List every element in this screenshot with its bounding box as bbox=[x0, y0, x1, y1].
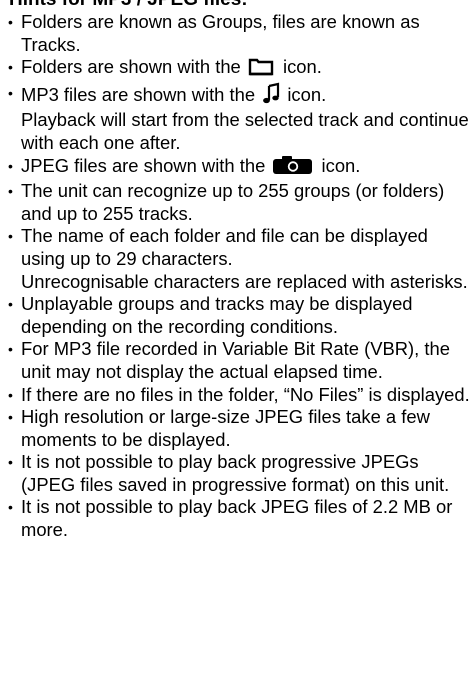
item-text-before: JPEG files are shown with the bbox=[21, 154, 266, 176]
bullet: • bbox=[8, 341, 13, 358]
item-text: If there are no files in the folder, “No… bbox=[21, 383, 470, 405]
bullet: • bbox=[8, 14, 13, 30]
item-text: High resolution or large-size JPEG files… bbox=[21, 406, 430, 450]
list-item: • Unplayable groups and tracks may be di… bbox=[4, 293, 470, 338]
bullet: • bbox=[8, 59, 13, 76]
list-item: • For MP3 file recorded in Variable Bit … bbox=[4, 338, 470, 383]
bullet: • bbox=[8, 157, 13, 174]
item-text-before: MP3 files are shown with the bbox=[21, 83, 256, 105]
item-text: It is not possible to play back JPEG fil… bbox=[21, 496, 453, 541]
list-item: • MP3 files are shown with the icon. Pla… bbox=[4, 82, 470, 155]
list-item: • High resolution or large-size JPEG fil… bbox=[4, 406, 470, 451]
bullet: • bbox=[8, 409, 13, 426]
item-text-extra: Unrecognisable characters are replaced w… bbox=[21, 270, 468, 292]
bullet: • bbox=[8, 454, 13, 471]
item-text: Unplayable groups and tracks may be disp… bbox=[21, 293, 413, 337]
bullet: • bbox=[8, 499, 13, 516]
item-text: For MP3 file recorded in Variable Bit Ra… bbox=[21, 338, 450, 382]
item-text: The name of each folder and file can be … bbox=[21, 225, 428, 269]
bullet: • bbox=[8, 386, 13, 403]
item-text-after: icon. bbox=[283, 56, 322, 78]
item-text-extra: Playback will start from the selected tr… bbox=[21, 109, 469, 153]
manual-page: Hints for MP3 / JPEG files: • Folders ar… bbox=[0, 0, 473, 685]
item-text: It is not possible to play back progress… bbox=[21, 451, 450, 495]
item-text: The unit can recognize up to 255 groups … bbox=[21, 180, 445, 224]
bullet: • bbox=[8, 183, 13, 200]
list-item: • It is not possible to play back JPEG f… bbox=[4, 496, 470, 541]
camera-icon bbox=[272, 155, 314, 181]
list-item: • JPEG files are shown with the icon. bbox=[4, 155, 470, 181]
item-text-after: icon. bbox=[287, 83, 327, 105]
bullet: • bbox=[8, 84, 13, 101]
bullet: • bbox=[8, 228, 13, 245]
list-item: • Folders are shown with the icon. bbox=[4, 56, 470, 82]
item-text: Folders are known as Groups, files are k… bbox=[21, 11, 420, 55]
list-item: • If there are no files in the folder, “… bbox=[4, 384, 470, 407]
section-title: Hints for MP3 / JPEG files: bbox=[9, 0, 248, 11]
list-item: • The name of each folder and file can b… bbox=[4, 225, 470, 293]
hints-list: • Folders are known as Groups, files are… bbox=[4, 11, 470, 542]
list-item: • Folders are known as Groups, files are… bbox=[4, 11, 470, 56]
folder-icon bbox=[248, 58, 276, 82]
item-text-after: icon. bbox=[321, 154, 361, 176]
item-text-before: Folders are shown with the bbox=[21, 56, 241, 78]
list-item: • It is not possible to play back progre… bbox=[4, 451, 470, 496]
music-note-icon bbox=[262, 82, 280, 110]
bullet: • bbox=[8, 296, 13, 313]
list-item: • The unit can recognize up to 255 group… bbox=[4, 180, 470, 225]
